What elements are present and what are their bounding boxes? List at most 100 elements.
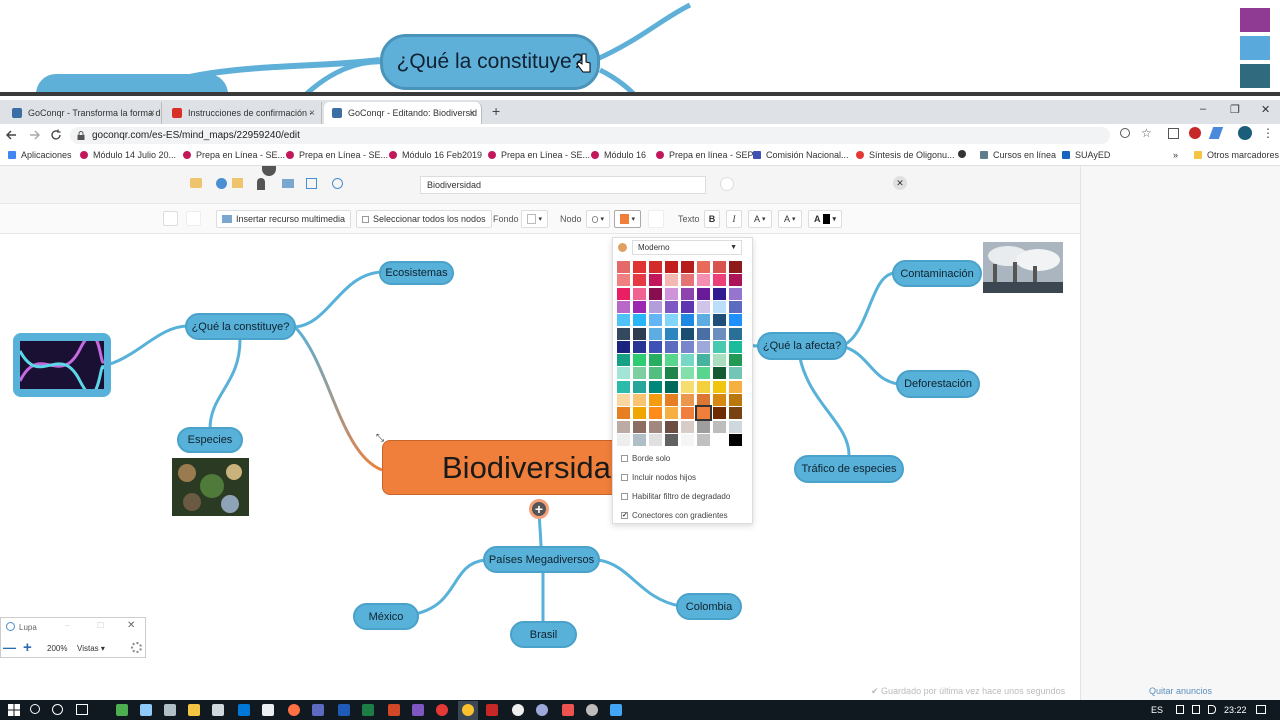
bookmark-item[interactable]: Módulo 16 <box>591 150 646 160</box>
color-swatch[interactable] <box>665 354 678 367</box>
color-swatch[interactable] <box>697 261 710 273</box>
minimize-button[interactable]: – <box>1200 103 1206 115</box>
language-indicator[interactable]: ES <box>1151 705 1163 715</box>
node-shape-picker[interactable]: ▾ <box>586 210 610 228</box>
app-icon[interactable] <box>140 704 152 716</box>
maximize-button[interactable]: ❐ <box>1230 103 1240 116</box>
color-swatch[interactable] <box>649 327 662 340</box>
color-swatch[interactable] <box>713 327 726 340</box>
close-window-button[interactable]: ✕ <box>1261 103 1270 116</box>
word-icon[interactable] <box>338 704 350 716</box>
color-swatch[interactable] <box>713 300 726 313</box>
font-size-picker[interactable]: A ▾ <box>748 210 772 228</box>
color-swatch[interactable] <box>633 394 646 406</box>
color-swatch[interactable] <box>665 433 678 446</box>
close-editor-button[interactable]: ✕ <box>893 176 907 190</box>
color-swatch[interactable] <box>697 433 710 446</box>
mindmap-canvas[interactable]: ¿Qué la constituye? Ecosistemas Especies… <box>0 234 1080 700</box>
bold-button[interactable]: B <box>704 210 720 228</box>
color-swatch[interactable] <box>713 314 726 327</box>
node-deforestacion[interactable]: Deforestación <box>896 370 980 398</box>
lock-folder-icon[interactable] <box>232 178 243 188</box>
border-style-button[interactable] <box>648 210 664 228</box>
select-all-nodes-button[interactable]: Seleccionar todos los nodos <box>356 210 492 228</box>
screen-cast-icon[interactable] <box>1168 128 1179 139</box>
color-swatch[interactable] <box>729 300 742 313</box>
acrobat-icon[interactable] <box>486 704 498 716</box>
color-swatch[interactable] <box>649 300 662 313</box>
node-megadiversos[interactable]: Países Megadiversos <box>483 546 600 573</box>
app-icon[interactable] <box>562 704 574 716</box>
zoom-in-button[interactable]: + <box>23 639 32 656</box>
color-swatch[interactable] <box>633 420 646 433</box>
color-swatch[interactable] <box>729 394 742 406</box>
color-swatch[interactable] <box>697 300 710 313</box>
star-bookmark-icon[interactable]: ☆ <box>1141 126 1152 140</box>
color-swatch[interactable] <box>649 340 662 353</box>
bookmark-item[interactable]: Módulo 16 Feb2019 <box>389 150 482 160</box>
color-swatch[interactable] <box>617 261 630 273</box>
bookmark-item[interactable]: Prepa en línea - SEP <box>656 150 754 160</box>
bookmark-item[interactable]: Síntesis de Oligonu... <box>856 150 955 160</box>
color-swatch[interactable] <box>713 274 726 287</box>
export-icon[interactable] <box>306 178 317 189</box>
node-contaminacion[interactable]: Contaminación <box>892 260 982 287</box>
insert-media-button[interactable]: Insertar recurso multimedia <box>216 210 352 228</box>
color-swatch[interactable] <box>649 314 662 327</box>
color-swatch[interactable] <box>681 261 694 273</box>
image-icon[interactable] <box>282 179 294 188</box>
color-swatch[interactable] <box>681 274 694 287</box>
color-swatch[interactable] <box>665 287 678 300</box>
color-swatch[interactable] <box>729 327 742 340</box>
undo-icon[interactable] <box>163 211 178 226</box>
node-especies[interactable]: Especies <box>177 427 243 453</box>
color-swatch[interactable] <box>729 407 742 420</box>
color-swatch[interactable] <box>633 380 646 393</box>
color-swatch[interactable] <box>729 380 742 393</box>
bookmarks-more[interactable]: » <box>1173 150 1178 160</box>
color-swatch[interactable] <box>665 407 678 420</box>
color-swatch[interactable] <box>697 380 710 393</box>
redo-icon[interactable] <box>186 211 201 226</box>
color-swatch[interactable] <box>617 433 630 446</box>
bookmark-apps[interactable]: Aplicaciones <box>8 150 72 160</box>
tab-close-icon[interactable]: × <box>469 108 475 119</box>
italic-button[interactable]: I <box>726 210 742 228</box>
map-title-input[interactable]: Biodiversidad <box>420 176 706 194</box>
bookmark-item[interactable] <box>958 150 971 158</box>
tab-goconqr-editor[interactable]: GoConqr - Editando: Biodiversid × <box>324 102 482 124</box>
color-swatch[interactable] <box>633 327 646 340</box>
color-swatch[interactable] <box>633 314 646 327</box>
powerpoint-icon[interactable] <box>388 704 400 716</box>
lupa-close[interactable]: ✕ <box>127 620 135 631</box>
color-swatch[interactable] <box>633 354 646 367</box>
pin-icon[interactable] <box>257 178 265 190</box>
color-swatch[interactable] <box>681 407 694 420</box>
color-swatch[interactable] <box>665 380 678 393</box>
color-swatch[interactable] <box>665 274 678 287</box>
chrome-icon[interactable] <box>462 704 474 716</box>
palette-style-select[interactable]: Moderno ▼ <box>632 240 742 255</box>
color-swatch[interactable] <box>713 407 726 420</box>
color-swatch[interactable] <box>681 287 694 300</box>
color-swatch[interactable] <box>697 340 710 353</box>
color-swatch[interactable] <box>665 261 678 273</box>
color-swatch[interactable] <box>729 433 742 446</box>
menu-dots-icon[interactable]: ⋮ <box>1262 126 1274 140</box>
battery-icon[interactable] <box>1192 705 1200 714</box>
color-swatch[interactable] <box>713 354 726 367</box>
app-icon[interactable] <box>212 704 224 716</box>
notifications-icon[interactable] <box>1256 705 1266 714</box>
views-dropdown[interactable]: Vistas ▾ <box>77 644 105 653</box>
node-brasil[interactable]: Brasil <box>510 621 577 648</box>
color-swatch[interactable] <box>617 354 630 367</box>
color-swatch[interactable] <box>617 287 630 300</box>
color-swatch[interactable] <box>729 274 742 287</box>
color-swatch[interactable] <box>681 314 694 327</box>
color-swatch[interactable] <box>617 367 630 380</box>
color-swatch[interactable] <box>697 327 710 340</box>
color-swatch[interactable] <box>649 420 662 433</box>
color-swatch[interactable] <box>681 340 694 353</box>
node-color-picker[interactable]: ▾ <box>614 210 641 228</box>
app-icon[interactable] <box>262 704 274 716</box>
